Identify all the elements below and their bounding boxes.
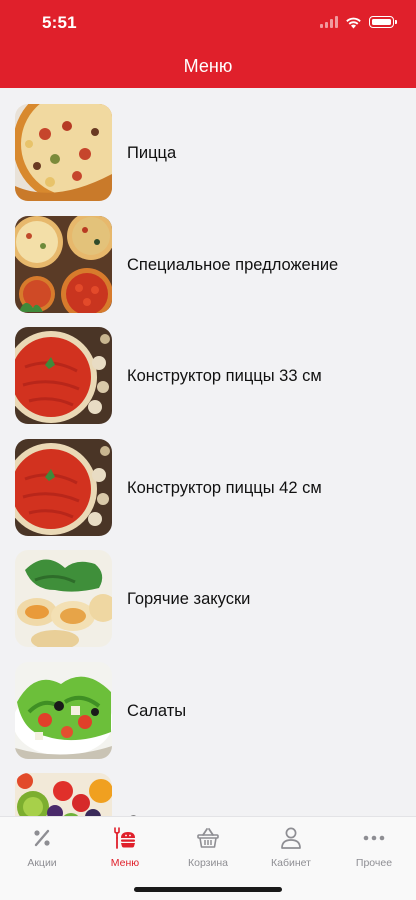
menu-item-label: Конструктор пиццы 33 см xyxy=(127,367,322,385)
user-icon xyxy=(281,827,301,849)
menu-item-label: Горячие закуски xyxy=(127,590,251,608)
menu-item-label: Салаты xyxy=(127,701,187,720)
menu-item-label: Конструктор пиццы 42 см xyxy=(127,478,322,497)
tab-label: Прочее xyxy=(355,857,393,869)
tab-bar: Акции Меню Корзина Кабинет Прочее xyxy=(0,816,416,900)
tab-cart[interactable]: Корзина xyxy=(166,825,250,875)
status-time: 5:51 xyxy=(42,13,77,32)
menu-food-icon xyxy=(114,827,135,849)
wifi-icon xyxy=(346,17,361,28)
top-bar: 5:51 Меню xyxy=(0,0,416,88)
tab-label: Корзина xyxy=(188,857,228,869)
rolls-image xyxy=(15,550,112,647)
status-icons xyxy=(320,14,397,30)
tab-menu[interactable]: Меню xyxy=(83,825,167,875)
pizza-image xyxy=(15,104,112,201)
pizza-base-image xyxy=(15,438,112,536)
tab-account[interactable]: Кабинет xyxy=(249,825,333,875)
basket-icon xyxy=(197,828,219,848)
battery-icon xyxy=(369,16,397,28)
percent-icon xyxy=(34,829,50,847)
menu-list[interactable]: Пицца Специальное предложение Конструкто… xyxy=(0,88,416,816)
tab-label: Акции xyxy=(27,857,57,869)
more-icon xyxy=(363,835,385,841)
home-indicator[interactable] xyxy=(134,887,282,892)
cellular-signal-icon xyxy=(320,16,338,28)
menu-item-special-offer[interactable]: Специальное предложение xyxy=(0,200,416,313)
menu-item-pizza-builder-33[interactable]: Конструктор пиццы 33 см xyxy=(0,311,416,424)
salad-image xyxy=(15,661,112,759)
menu-item-pizza[interactable]: Пицца xyxy=(0,88,416,201)
page-title: Меню xyxy=(183,56,233,76)
tab-label: Кабинет xyxy=(271,857,311,869)
tab-promotions[interactable]: Акции xyxy=(0,825,84,875)
menu-item-hot-snacks[interactable]: Горячие закуски xyxy=(0,534,416,647)
tab-more[interactable]: Прочее xyxy=(332,825,416,875)
menu-item-pizza-builder-42[interactable]: Конструктор пиццы 42 см xyxy=(0,423,416,536)
menu-item-label: Пицца xyxy=(127,144,177,162)
app-screen: 5:51 Меню Пицца Специальное предложение … xyxy=(0,0,416,900)
pizza-assortment-image xyxy=(15,215,112,313)
menu-item-salads[interactable]: Салаты xyxy=(0,646,416,759)
menu-item-label: Специальное предложение xyxy=(127,255,339,274)
fruit-image xyxy=(15,773,112,816)
menu-item-partial[interactable]: С xyxy=(0,757,416,816)
pizza-base-image xyxy=(15,327,112,424)
tab-label: Меню xyxy=(110,857,140,869)
